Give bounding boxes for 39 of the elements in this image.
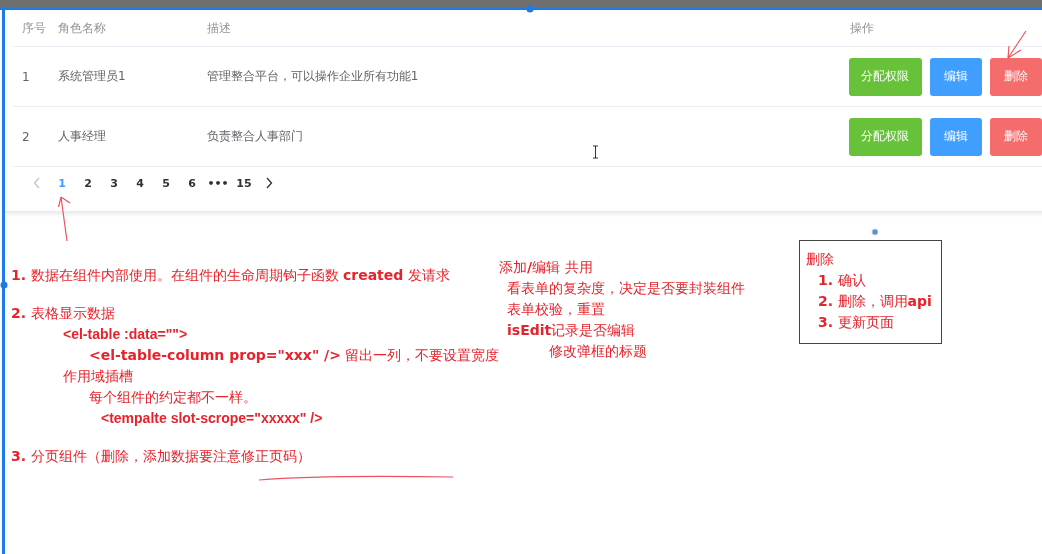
selection-handle-icon	[871, 228, 879, 236]
column-header: 描述	[207, 19, 232, 37]
page-number[interactable]: 5	[153, 176, 179, 190]
table-cell-text: 系统管理员1	[57, 68, 127, 85]
page-number[interactable]: •••	[205, 176, 231, 190]
table-cell-text: 管理整合平台，可以操作企业所有功能1	[206, 68, 420, 85]
column-header: 操作	[850, 19, 875, 37]
note-text: 2. 删除，调用api	[818, 293, 932, 309]
note-text: 1. 确认	[818, 272, 866, 288]
page-number[interactable]: 2	[75, 176, 101, 190]
note-text: 修改弹框的标题	[549, 343, 647, 359]
selection-handle-icon	[526, 5, 534, 13]
table-cell-text: 1	[21, 69, 31, 84]
table-cell-text: 2	[21, 129, 31, 144]
table-cell-text: 人事经理	[57, 128, 107, 145]
note-text: 删除	[806, 251, 834, 267]
note-text: 2. 表格显示数据	[11, 305, 115, 321]
note-text: <el-table-column prop="xxx" /> 留出一列，不要设置宽度	[89, 347, 500, 363]
column-header: 序号	[21, 19, 47, 37]
table-cell-text: 负责整合人事部门	[206, 128, 304, 145]
page-number[interactable]: 15	[231, 176, 257, 190]
note-text: isEdit记录是否编辑	[507, 322, 636, 338]
page-number[interactable]: 6	[179, 176, 205, 190]
note-text: 添加/编辑 共用	[499, 259, 593, 275]
note-text: 作用域插槽	[63, 368, 133, 384]
next-page-icon[interactable]	[265, 177, 273, 189]
note-text: <el-table :data="">	[63, 326, 188, 342]
note-text: 每个组件的约定都不一样。	[89, 389, 257, 405]
page-number[interactable]: 4	[127, 176, 153, 190]
column-header: 角色名称	[58, 19, 107, 37]
note-text: 3. 分页组件（删除，添加数据要注意修正页码）	[11, 448, 311, 464]
text-cursor-icon	[592, 145, 599, 159]
note-text: <tempalte slot-scrope="xxxxx" />	[101, 410, 323, 426]
hand-drawn-arrow-icon	[1004, 30, 1028, 60]
note-text: 1. 数据在组件内部使用。在组件的生命周期钩子函数 created 发请求	[11, 267, 450, 283]
page-number[interactable]: 3	[101, 176, 127, 190]
note-text: 看表单的复杂度，决定是否要封装组件	[507, 280, 745, 296]
note-text: 3. 更新页面	[818, 314, 894, 330]
note-text: 表单校验，重置	[507, 301, 605, 317]
